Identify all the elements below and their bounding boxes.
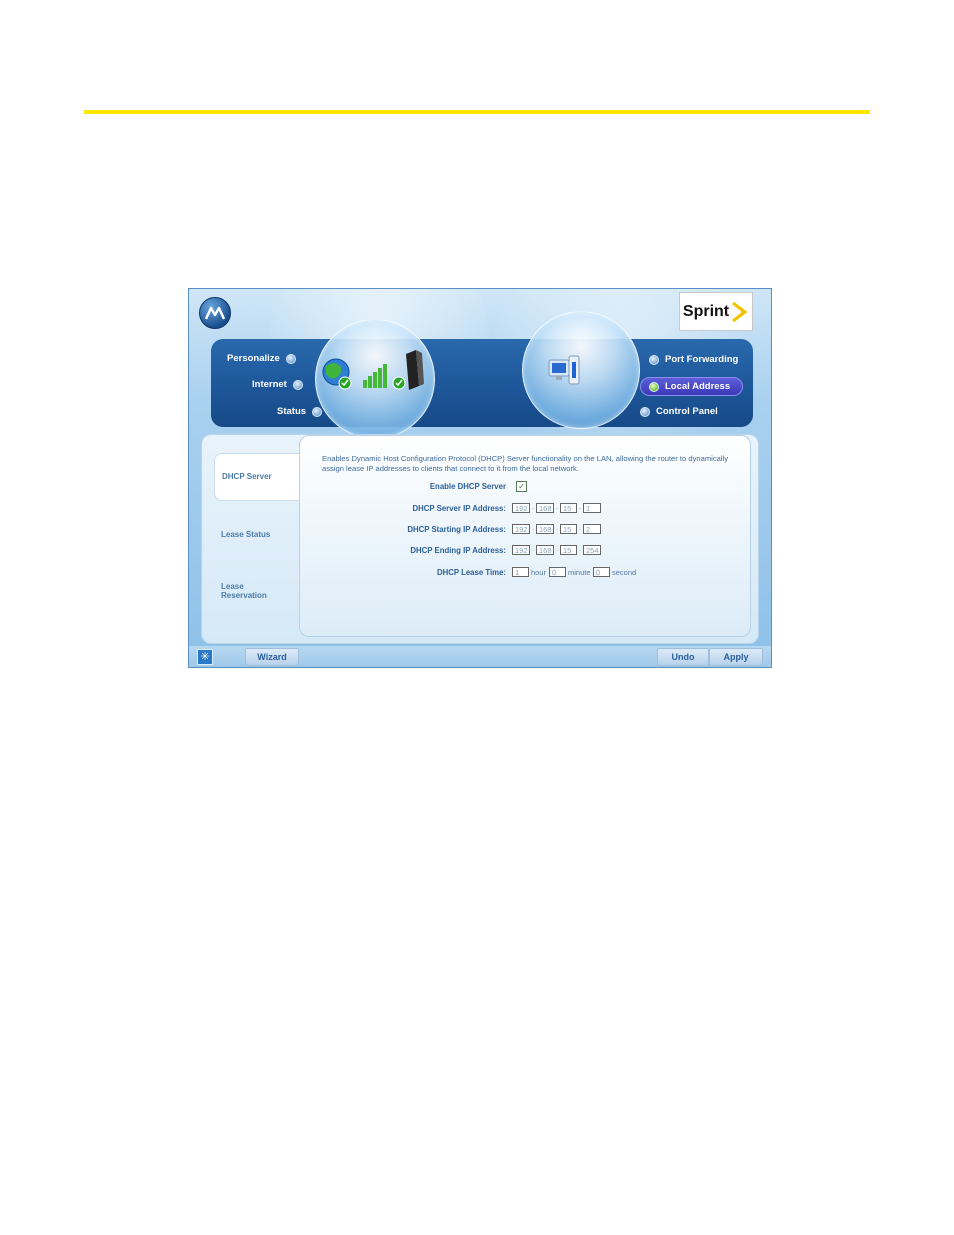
octet-separator: . xyxy=(579,525,581,532)
server-ip-octet-1[interactable]: 192 xyxy=(512,503,530,513)
start-ip-octet-3[interactable]: 15 xyxy=(560,524,577,534)
radio-dot-icon xyxy=(640,406,650,417)
start-ip-label: DHCP Starting IP Address: xyxy=(407,525,506,534)
end-ip-label: DHCP Ending IP Address: xyxy=(410,546,506,555)
octet-separator: . xyxy=(532,525,534,532)
nav-label: Personalize xyxy=(227,353,280,364)
nav-personalize[interactable]: Personalize xyxy=(227,353,296,364)
motorola-logo-icon xyxy=(199,297,231,329)
nav-control-panel[interactable]: Control Panel xyxy=(640,406,718,417)
lease-time-label: DHCP Lease Time: xyxy=(436,568,506,577)
second-unit: second xyxy=(612,568,637,577)
local-network-orb[interactable] xyxy=(522,311,640,429)
yellow-divider xyxy=(84,110,870,114)
nav-label: Port Forwarding xyxy=(665,354,739,365)
start-ip-octet-1[interactable]: 192 xyxy=(512,524,530,534)
undo-button[interactable]: Undo xyxy=(657,648,709,666)
nav-local-address[interactable]: Local Address xyxy=(640,377,744,396)
connection-status-icons xyxy=(322,350,424,390)
octet-separator: . xyxy=(556,546,558,553)
server-ip-label: DHCP Server IP Address: xyxy=(412,504,506,513)
radio-dot-icon xyxy=(285,353,296,364)
hour-unit: hour xyxy=(531,568,547,577)
radio-dot-icon xyxy=(292,379,303,390)
lease-hour-input[interactable]: 1 xyxy=(512,567,529,577)
server-ip-octet-4[interactable]: 1 xyxy=(583,503,601,513)
enable-dhcp-label: Enable DHCP Server xyxy=(429,482,506,491)
sprint-logo: Sprint xyxy=(679,292,753,331)
sidebar-item-dhcp-server[interactable]: DHCP Server xyxy=(214,453,304,501)
sidebar-item-label: Lease Reservation xyxy=(221,582,267,600)
sidebar-item-label: DHCP Server xyxy=(222,472,272,481)
end-ip-octet-2[interactable]: 168 xyxy=(536,545,554,555)
end-ip-octet-4[interactable]: 254 xyxy=(583,545,601,555)
wizard-button[interactable]: Wizard xyxy=(245,648,299,666)
server-ip-octet-2[interactable]: 168 xyxy=(536,503,554,513)
start-ip-octet-4[interactable]: 2 xyxy=(583,524,601,534)
settings-panel: DHCP Server Lease Status Lease Reservati… xyxy=(201,434,759,644)
nav-label: Local Address xyxy=(665,381,731,392)
apply-button[interactable]: Apply xyxy=(709,648,763,666)
sidebar-item-lease-status[interactable]: Lease Status xyxy=(221,530,270,539)
lease-second-input[interactable]: 0 xyxy=(593,567,610,577)
octet-separator: . xyxy=(532,546,534,553)
nav-port-forwarding[interactable]: Port Forwarding xyxy=(649,354,738,365)
nav-label: Control Panel xyxy=(656,406,718,417)
octet-separator: . xyxy=(532,504,534,511)
bottom-toolbar: ✳ Wizard Undo Apply xyxy=(189,646,771,667)
enable-dhcp-checkbox[interactable]: ✓ xyxy=(516,481,527,492)
nav-label: Status xyxy=(277,406,307,417)
sprint-pin-icon xyxy=(732,301,748,322)
connection-status-orb[interactable] xyxy=(315,319,435,439)
octet-separator: . xyxy=(556,525,558,532)
minute-unit: minute xyxy=(568,568,591,577)
dhcp-description: Enables Dynamic Host Configuration Proto… xyxy=(322,454,729,473)
sidebar-item-lease-reservation[interactable]: Lease Reservation xyxy=(221,582,281,600)
nav-label: Internet xyxy=(252,379,287,390)
sidebar-item-label: Lease Status xyxy=(221,530,271,539)
dhcp-content: Enables Dynamic Host Configuration Proto… xyxy=(299,435,751,637)
octet-separator: . xyxy=(579,504,581,511)
octet-separator: . xyxy=(556,504,558,511)
sprint-logo-text: Sprint xyxy=(682,302,730,320)
end-ip-octet-1[interactable]: 192 xyxy=(512,545,530,555)
computer-icon xyxy=(548,355,580,385)
octet-separator: . xyxy=(579,546,581,553)
snowflake-icon[interactable]: ✳ xyxy=(197,649,213,665)
server-ip-octet-3[interactable]: 15 xyxy=(560,503,577,513)
lease-minute-input[interactable]: 0 xyxy=(549,567,566,577)
radio-dot-icon xyxy=(649,354,659,365)
start-ip-octet-2[interactable]: 168 xyxy=(536,524,554,534)
end-ip-octet-3[interactable]: 15 xyxy=(560,545,577,555)
router-admin-window: Sprint Personalize Internet Status Port … xyxy=(188,288,772,668)
radio-dot-selected-icon xyxy=(649,381,659,392)
nav-internet[interactable]: Internet xyxy=(252,379,303,390)
